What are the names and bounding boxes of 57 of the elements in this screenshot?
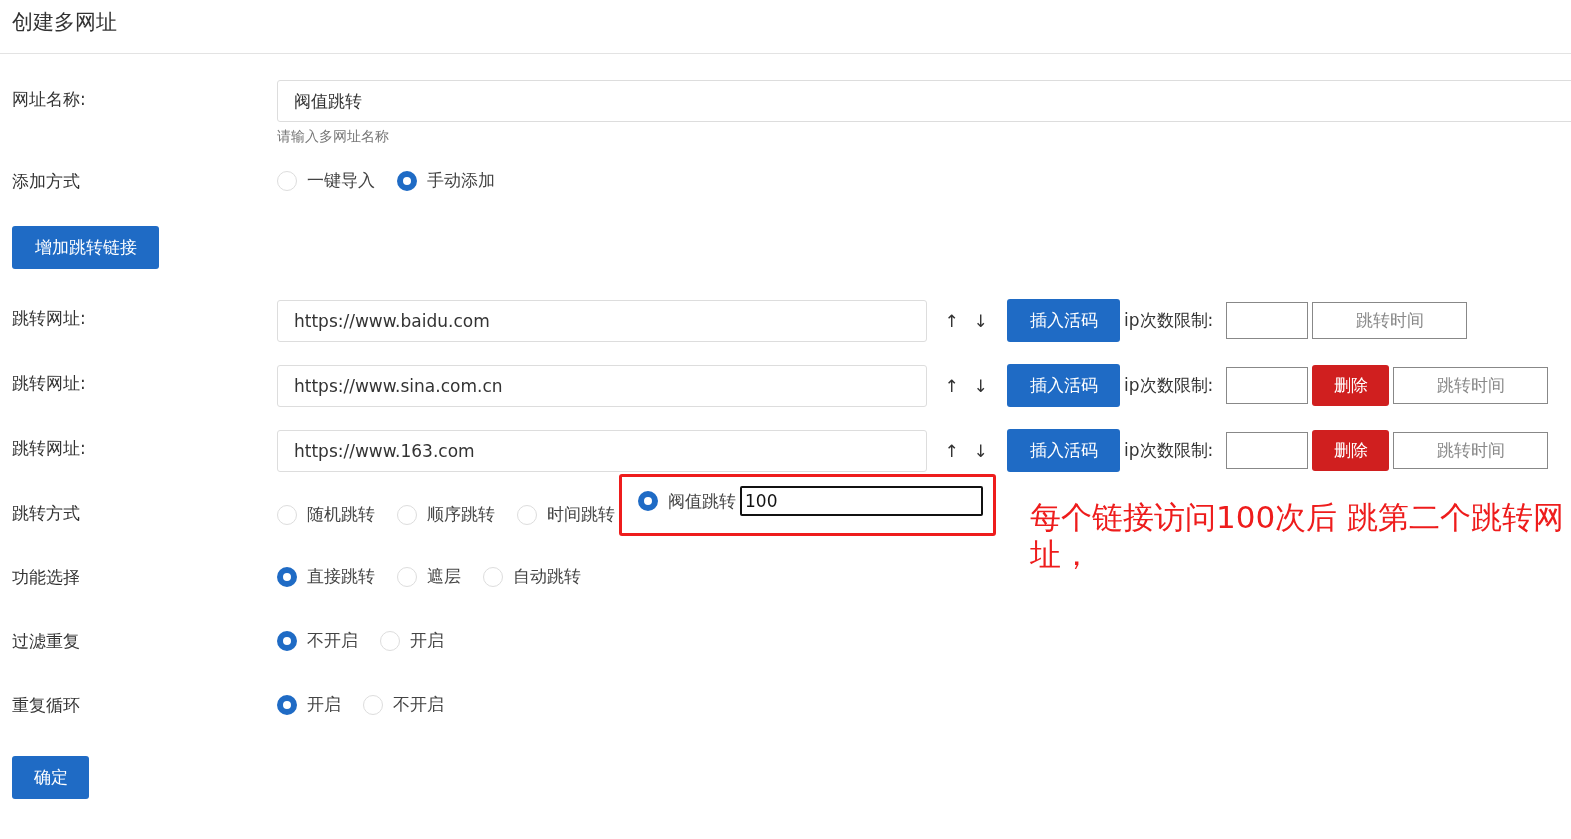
add-link-button[interactable]: 增加跳转链接	[12, 226, 159, 269]
jump-time-button[interactable]: 跳转时间	[1312, 302, 1467, 339]
option-label: 阀值跳转	[668, 489, 736, 513]
option-label: 顺序跳转	[427, 503, 495, 526]
field-label: 跳转方式	[12, 502, 81, 525]
delete-button[interactable]: 删除	[1312, 430, 1389, 471]
field-label: 跳转网址:	[12, 307, 87, 330]
delete-button[interactable]: 删除	[1312, 365, 1389, 406]
option-label: 时间跳转	[547, 503, 615, 526]
threshold-input-field[interactable]: 100	[740, 486, 983, 516]
url-input-field[interactable]: https://www.163.com	[277, 429, 927, 472]
insert-code-button[interactable]: 插入活码	[1007, 429, 1120, 472]
radio-button[interactable]	[397, 170, 417, 191]
hint-text: 请输入多网址名称	[277, 128, 390, 146]
confirm-button[interactable]: 确定	[12, 756, 89, 799]
jump-time-button[interactable]: 跳转时间	[1393, 432, 1548, 469]
url-input-field[interactable]: https://www.baidu.com	[277, 299, 927, 342]
move-down-button[interactable]: ↓	[966, 310, 995, 331]
radio-button[interactable]	[277, 630, 297, 651]
option-label: 一键导入	[307, 169, 375, 192]
option-label: 不开启	[307, 629, 358, 652]
radio-button[interactable]	[638, 491, 658, 511]
insert-code-button[interactable]: 插入活码	[1007, 364, 1120, 407]
move-up-button[interactable]: ↑	[937, 375, 966, 396]
url-input-field[interactable]: https://www.sina.com.cn	[277, 364, 927, 407]
name-input-field[interactable]: 阀值跳转	[277, 80, 1571, 122]
ip-limit-label: ip次数限制:	[1124, 439, 1215, 462]
option-label: 开启	[307, 693, 341, 716]
field-label: 跳转网址:	[12, 437, 87, 460]
field-label: 网址名称:	[12, 88, 87, 111]
ip-limit-input-field[interactable]	[1226, 432, 1308, 469]
ip-limit-input-field[interactable]	[1226, 367, 1308, 404]
option-label: 不开启	[393, 693, 444, 716]
ip-limit-label: ip次数限制:	[1124, 374, 1215, 397]
field-label: 功能选择	[12, 566, 81, 589]
option-label: 手动添加	[427, 169, 495, 192]
move-down-button[interactable]: ↓	[966, 375, 995, 396]
move-up-button[interactable]: ↑	[937, 310, 966, 331]
option-label: 开启	[410, 629, 444, 652]
field-label: 跳转网址:	[12, 372, 87, 395]
radio-button[interactable]	[277, 566, 297, 587]
option-label: 自动跳转	[513, 565, 581, 588]
option-label: 遮层	[427, 565, 461, 588]
radio-button[interactable]	[277, 694, 297, 715]
annotation-text: 每个链接访问100次后 跳第二个跳转网址，	[1030, 499, 1565, 574]
option-label: 直接跳转	[307, 565, 375, 588]
page-title: 创建多网址	[12, 8, 117, 36]
ip-limit-label: ip次数限制:	[1124, 309, 1215, 332]
option-label: 随机跳转	[307, 503, 375, 526]
insert-code-button[interactable]: 插入活码	[1007, 299, 1120, 342]
field-label: 过滤重复	[12, 630, 81, 653]
move-down-button[interactable]: ↓	[966, 440, 995, 461]
ip-limit-input-field[interactable]	[1226, 302, 1308, 339]
field-label: 添加方式	[12, 170, 81, 193]
move-up-button[interactable]: ↑	[937, 440, 966, 461]
jump-time-button[interactable]: 跳转时间	[1393, 367, 1548, 404]
field-label: 重复循环	[12, 694, 81, 717]
